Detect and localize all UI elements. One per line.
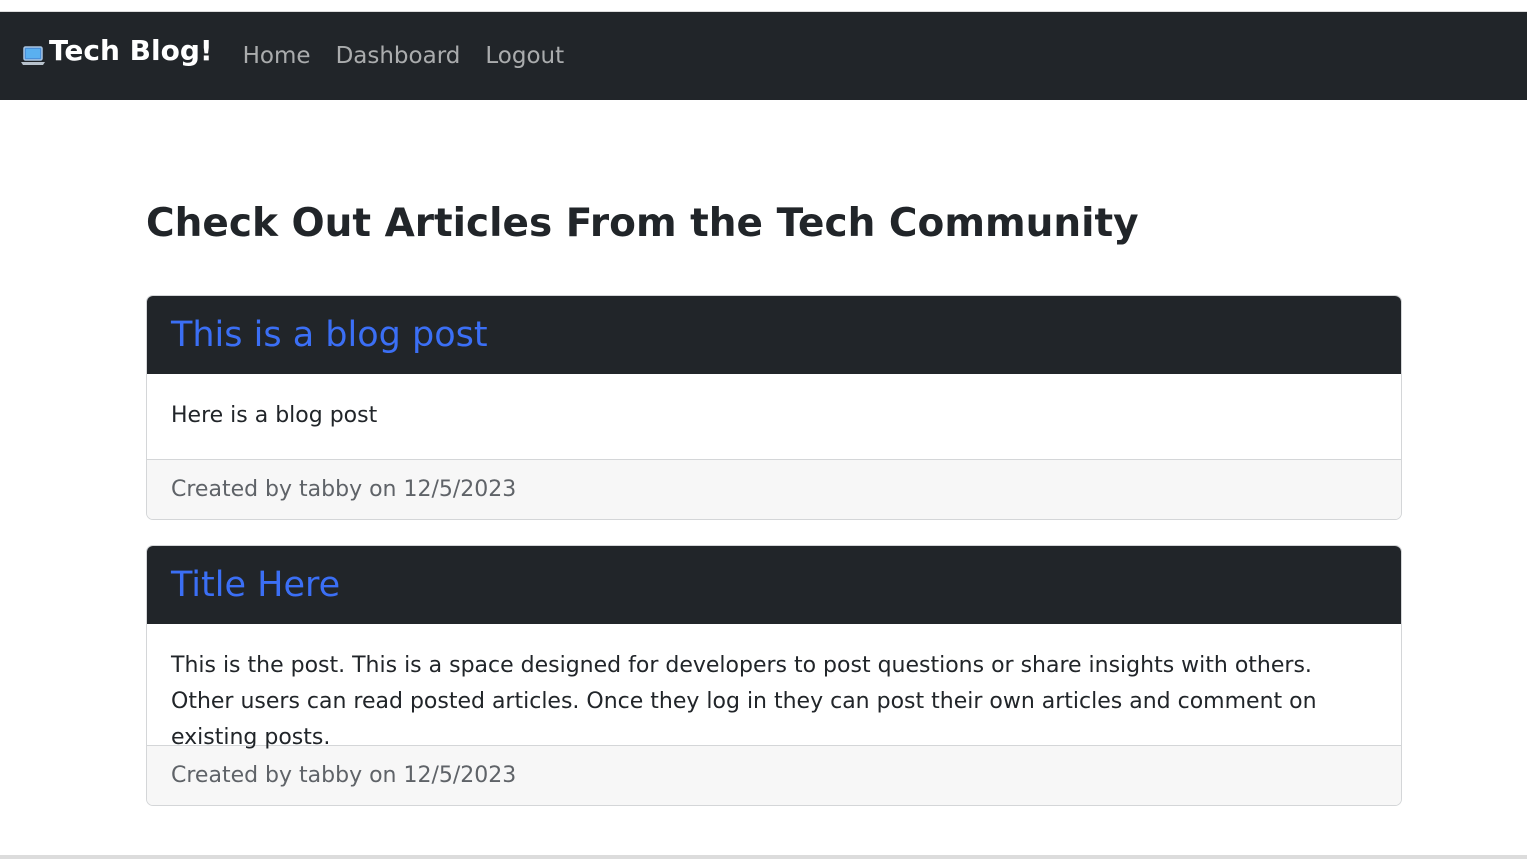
post-card-header: Title Here	[147, 546, 1401, 624]
nav-links: Home Dashboard Logout	[243, 43, 589, 69]
post-body: Here is a blog post	[171, 403, 378, 428]
browser-bottom-edge	[0, 855, 1527, 859]
nav-dashboard-link[interactable]: Dashboard	[336, 43, 461, 69]
post-title-link[interactable]: This is a blog post	[171, 315, 488, 355]
main-content: Check Out Articles From the Tech Communi…	[146, 100, 1402, 806]
post-body: This is the post. This is a space design…	[171, 653, 1317, 750]
brand-title: Tech Blog!	[49, 33, 213, 67]
browser-top-edge	[0, 0, 1527, 12]
post-card: This is a blog post Here is a blog post …	[146, 295, 1402, 520]
laptop-icon	[20, 42, 46, 68]
post-card-header: This is a blog post	[147, 296, 1401, 374]
post-footer: Created by tabby on 12/5/2023	[147, 459, 1401, 519]
nav-home-link[interactable]: Home	[243, 43, 311, 69]
post-title-link[interactable]: Title Here	[171, 565, 340, 605]
page-title: Check Out Articles From the Tech Communi…	[146, 201, 1139, 246]
post-card: Title Here This is the post. This is a s…	[146, 545, 1402, 806]
nav-logout-link[interactable]: Logout	[485, 43, 564, 69]
post-footer: Created by tabby on 12/5/2023	[147, 745, 1401, 805]
navbar: Tech Blog! Home Dashboard Logout	[0, 12, 1527, 100]
brand-link[interactable]: Tech Blog!	[20, 32, 213, 68]
